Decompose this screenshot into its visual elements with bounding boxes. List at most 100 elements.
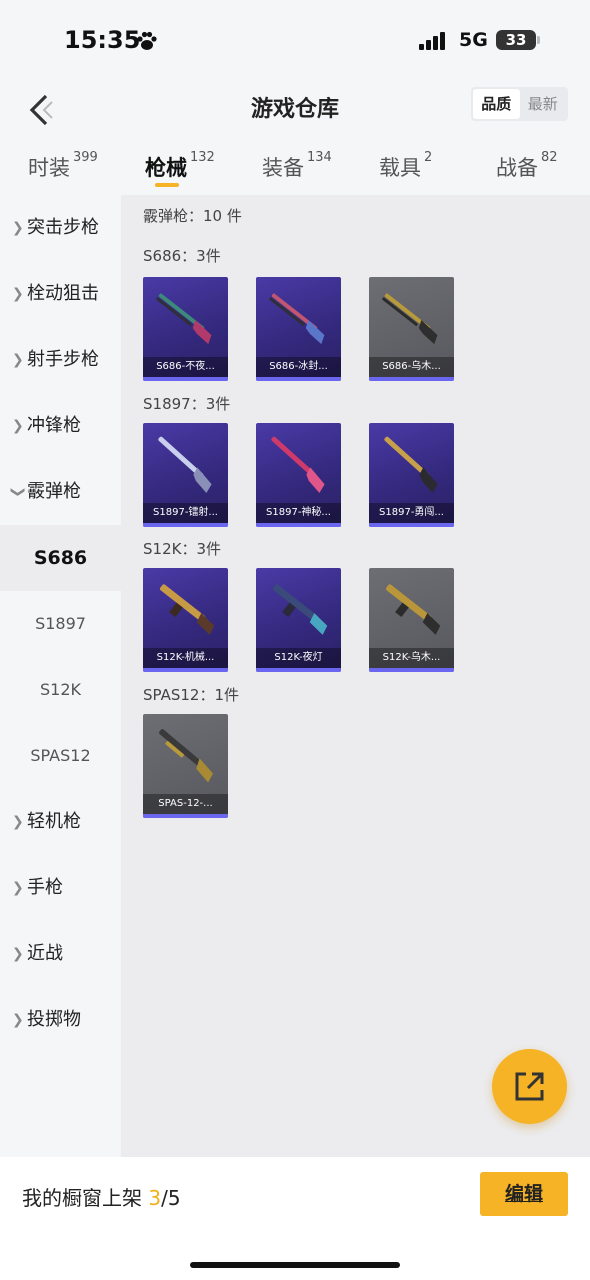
rarity-bar [256, 377, 341, 381]
sidebar-item-shotgun[interactable]: ❯ 霰弹枪 [0, 459, 121, 525]
sidebar-item-assault-rifle[interactable]: ❯ 突击步枪 [0, 195, 121, 261]
weapon-card-label: S686-冰封... [256, 357, 341, 377]
weapon-card-label: S1897-神秘... [256, 503, 341, 523]
rarity-bar [143, 814, 228, 818]
sidebar-item-smg[interactable]: ❯ 冲锋枪 [0, 393, 121, 459]
share-icon [515, 1072, 544, 1101]
edit-button[interactable]: 编辑 [480, 1172, 568, 1216]
sidebar-item-label: 轻机枪 [27, 811, 81, 832]
shotgun-icon [382, 293, 438, 345]
status-bar: 15:35 5G 33 [0, 0, 590, 80]
weapon-card[interactable]: S12K-乌木... [369, 568, 454, 672]
weapon-card-label: S686-乌木... [369, 357, 454, 377]
sidebar-sub-s12k[interactable]: S12K [0, 657, 121, 723]
shotgun-icon [159, 584, 215, 635]
sort-newest-button[interactable]: 最新 [520, 89, 567, 119]
tab-vehicles[interactable]: 载具 2 [379, 150, 433, 182]
rarity-bar [143, 523, 228, 527]
tab-label: 战备 [496, 156, 538, 180]
shotgun-icon [269, 293, 325, 345]
shotgun-icon [156, 293, 212, 345]
showcase-bar: 我的橱窗上架 3/5 编辑 [0, 1157, 590, 1280]
sidebar-sub-s686[interactable]: S686 [0, 525, 121, 591]
rarity-bar [143, 668, 228, 672]
sort-toggle: 品质 最新 [471, 87, 568, 121]
section-title: 霰弹枪：10 件 [143, 207, 242, 225]
tab-label: 枪械 [145, 156, 187, 180]
shotgun-icon [158, 436, 212, 494]
showcase-total-count: /5 [161, 1186, 181, 1210]
sidebar-item-label: 手枪 [27, 877, 63, 898]
weapon-card[interactable]: S686-不夜... [143, 277, 228, 381]
home-indicator[interactable] [190, 1262, 400, 1268]
category-tabs: 时装 399 枪械 132 装备 134 载具 2 战备 82 [0, 140, 590, 195]
sidebar-item-label: 投掷物 [27, 1009, 81, 1030]
sidebar-sub-s1897[interactable]: S1897 [0, 591, 121, 657]
rarity-bar [369, 523, 454, 527]
chevron-right-icon: ❯ [12, 1012, 24, 1028]
tab-count: 399 [73, 150, 98, 165]
share-button[interactable] [492, 1049, 567, 1124]
tab-label: 载具 [379, 156, 421, 180]
status-time: 15:35 [64, 26, 141, 54]
sidebar-item-lmg[interactable]: ❯ 轻机枪 [0, 789, 121, 855]
group-title: S686：3件 [143, 247, 221, 265]
tab-supplies[interactable]: 战备 82 [496, 150, 558, 182]
weapon-card[interactable]: S12K-夜灯 [256, 568, 341, 672]
weapon-card[interactable]: S1897-神秘... [256, 423, 341, 527]
chevron-right-icon: ❯ [12, 946, 24, 962]
chevron-right-icon: ❯ [12, 220, 24, 236]
group-title: S1897：3件 [143, 395, 231, 413]
tab-fashion[interactable]: 时装 399 [28, 150, 98, 182]
tab-equipment[interactable]: 装备 134 [262, 150, 332, 182]
weapon-category-sidebar: ❯ 突击步枪 ❯ 栓动狙击 ❯ 射手步枪 ❯ 冲锋枪 ❯ 霰弹枪 S686 S1897 S… [0, 195, 121, 1157]
rarity-bar [256, 668, 341, 672]
weapon-card[interactable]: S12K-机械... [143, 568, 228, 672]
network-type: 5G [459, 29, 488, 51]
tab-guns[interactable]: 枪械 132 [145, 150, 215, 182]
tab-count: 2 [424, 150, 433, 165]
weapon-card-label: S686-不夜... [143, 357, 228, 377]
tab-count: 82 [541, 150, 558, 165]
sidebar-item-throwable[interactable]: ❯ 投掷物 [0, 987, 121, 1053]
nav-header: 游戏仓库 品质 最新 [0, 80, 590, 140]
shotgun-icon [384, 436, 438, 494]
rarity-bar [369, 668, 454, 672]
showcase-status: 我的橱窗上架 3/5 [22, 1182, 181, 1211]
sidebar-item-pistol[interactable]: ❯ 手枪 [0, 855, 121, 921]
weapon-card[interactable]: S686-乌木... [369, 277, 454, 381]
sidebar-sub-spas12[interactable]: SPAS12 [0, 723, 121, 789]
sidebar-item-label: 近战 [27, 943, 63, 964]
sidebar-item-label: 栓动狙击 [27, 283, 99, 304]
weapon-card-label: S12K-乌木... [369, 648, 454, 668]
battery-tip [537, 36, 540, 44]
weapon-card[interactable]: S1897-勇闯... [369, 423, 454, 527]
active-tab-indicator [155, 183, 179, 187]
weapon-card[interactable]: S1897-镭射... [143, 423, 228, 527]
sidebar-item-bolt-sniper[interactable]: ❯ 栓动狙击 [0, 261, 121, 327]
weapon-card-label: S12K-机械... [143, 648, 228, 668]
weapon-grid-panel: 霰弹枪：10 件 S686：3件 S686-不夜... S686-冰封... S… [121, 195, 590, 1157]
sort-quality-button[interactable]: 品质 [473, 89, 520, 119]
weapon-card[interactable]: S686-冰封... [256, 277, 341, 381]
tab-label: 装备 [262, 156, 304, 180]
sidebar-item-label: 射手步枪 [27, 349, 99, 370]
weapon-card-label: SPAS-12-... [143, 794, 228, 814]
weapon-card[interactable]: SPAS-12-... [143, 714, 228, 818]
sidebar-item-marksman-rifle[interactable]: ❯ 射手步枪 [0, 327, 121, 393]
chevron-right-icon: ❯ [12, 880, 24, 896]
chevron-right-icon: ❯ [12, 418, 24, 434]
chevron-right-icon: ❯ [12, 286, 24, 302]
sidebar-item-label: 霰弹枪 [27, 481, 81, 502]
chevron-left-icon[interactable] [22, 88, 62, 128]
sidebar-item-melee[interactable]: ❯ 近战 [0, 921, 121, 987]
sidebar-item-label: 冲锋枪 [27, 415, 81, 436]
battery-indicator: 33 [496, 30, 536, 50]
tab-count: 132 [190, 150, 215, 165]
weapon-card-label: S12K-夜灯 [256, 648, 341, 668]
chevron-right-icon: ❯ [12, 814, 24, 830]
shotgun-icon [385, 584, 441, 635]
tab-count: 134 [307, 150, 332, 165]
showcase-label: 我的橱窗上架 [22, 1186, 149, 1210]
sidebar-item-label: 突击步枪 [27, 217, 99, 238]
